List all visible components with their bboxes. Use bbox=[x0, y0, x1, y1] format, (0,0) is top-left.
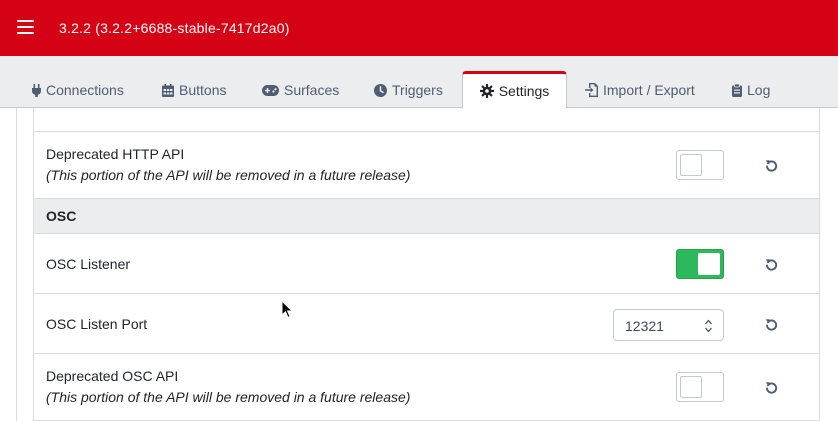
tab-label: Settings bbox=[498, 83, 550, 99]
tab-settings[interactable]: Settings bbox=[462, 71, 567, 108]
section-header-osc: OSC bbox=[34, 199, 819, 234]
tab-log[interactable]: Log bbox=[732, 73, 770, 107]
setting-label: Deprecated HTTP API bbox=[46, 146, 185, 162]
gamepad-icon bbox=[262, 84, 279, 96]
tab-surfaces[interactable]: Surfaces bbox=[262, 73, 339, 107]
setting-row-osc-listener: OSC Listener bbox=[34, 234, 819, 294]
reset-icon[interactable] bbox=[762, 315, 780, 333]
setting-label: OSC Listen Port bbox=[46, 316, 148, 332]
setting-description: (This portion of the API will be removed… bbox=[46, 389, 411, 405]
tab-label: Import / Export bbox=[603, 82, 695, 98]
hamburger-menu-icon[interactable] bbox=[16, 18, 36, 36]
settings-table: Deprecated HTTP API (This portion of the… bbox=[33, 108, 820, 421]
port-value: 12321 bbox=[625, 318, 664, 334]
osc-listener-toggle[interactable] bbox=[676, 249, 724, 279]
calendar-grid-icon bbox=[162, 83, 174, 97]
settings-panel: Deprecated HTTP API (This portion of the… bbox=[16, 108, 838, 421]
plug-icon bbox=[32, 83, 41, 97]
deprecated-osc-api-toggle[interactable] bbox=[676, 372, 724, 402]
tab-label: Log bbox=[747, 82, 771, 98]
tab-label: Triggers bbox=[392, 82, 443, 98]
setting-label: OSC Listener bbox=[46, 256, 131, 272]
reset-icon[interactable] bbox=[762, 156, 780, 174]
tab-connections[interactable]: Connections bbox=[32, 73, 124, 107]
clock-icon bbox=[374, 83, 387, 97]
app-header: 3.2.2 (3.2.2+6688-stable-7417d2a0) bbox=[0, 0, 838, 56]
setting-row-deprecated-http-api: Deprecated HTTP API (This portion of the… bbox=[34, 132, 819, 199]
table-row bbox=[34, 108, 819, 132]
file-import-icon bbox=[585, 83, 598, 97]
tab-triggers[interactable]: Triggers bbox=[374, 73, 443, 107]
app-version-title: 3.2.2 (3.2.2+6688-stable-7417d2a0) bbox=[59, 20, 290, 36]
spinner-arrows-icon[interactable] bbox=[704, 318, 713, 334]
tab-label: Connections bbox=[46, 82, 124, 98]
setting-label: Deprecated OSC API bbox=[46, 368, 179, 384]
tab-label: Surfaces bbox=[284, 82, 340, 98]
tab-buttons[interactable]: Buttons bbox=[162, 73, 226, 107]
section-title: OSC bbox=[46, 208, 77, 224]
deprecated-http-api-toggle[interactable] bbox=[676, 150, 724, 180]
main-tabs: Connections Buttons Surfaces Triggers Se… bbox=[0, 56, 838, 108]
reset-icon[interactable] bbox=[762, 255, 780, 273]
gear-icon bbox=[479, 84, 494, 98]
osc-listen-port-input[interactable]: 12321 bbox=[613, 309, 724, 341]
setting-row-deprecated-osc-api: Deprecated OSC API (This portion of the … bbox=[34, 354, 819, 421]
setting-row-osc-listen-port: OSC Listen Port 12321 bbox=[34, 294, 819, 354]
setting-description: (This portion of the API will be removed… bbox=[46, 167, 411, 183]
tab-label: Buttons bbox=[179, 82, 227, 98]
reset-icon[interactable] bbox=[762, 378, 780, 396]
clipboard-icon bbox=[732, 83, 742, 97]
tab-import-export[interactable]: Import / Export bbox=[585, 73, 695, 107]
